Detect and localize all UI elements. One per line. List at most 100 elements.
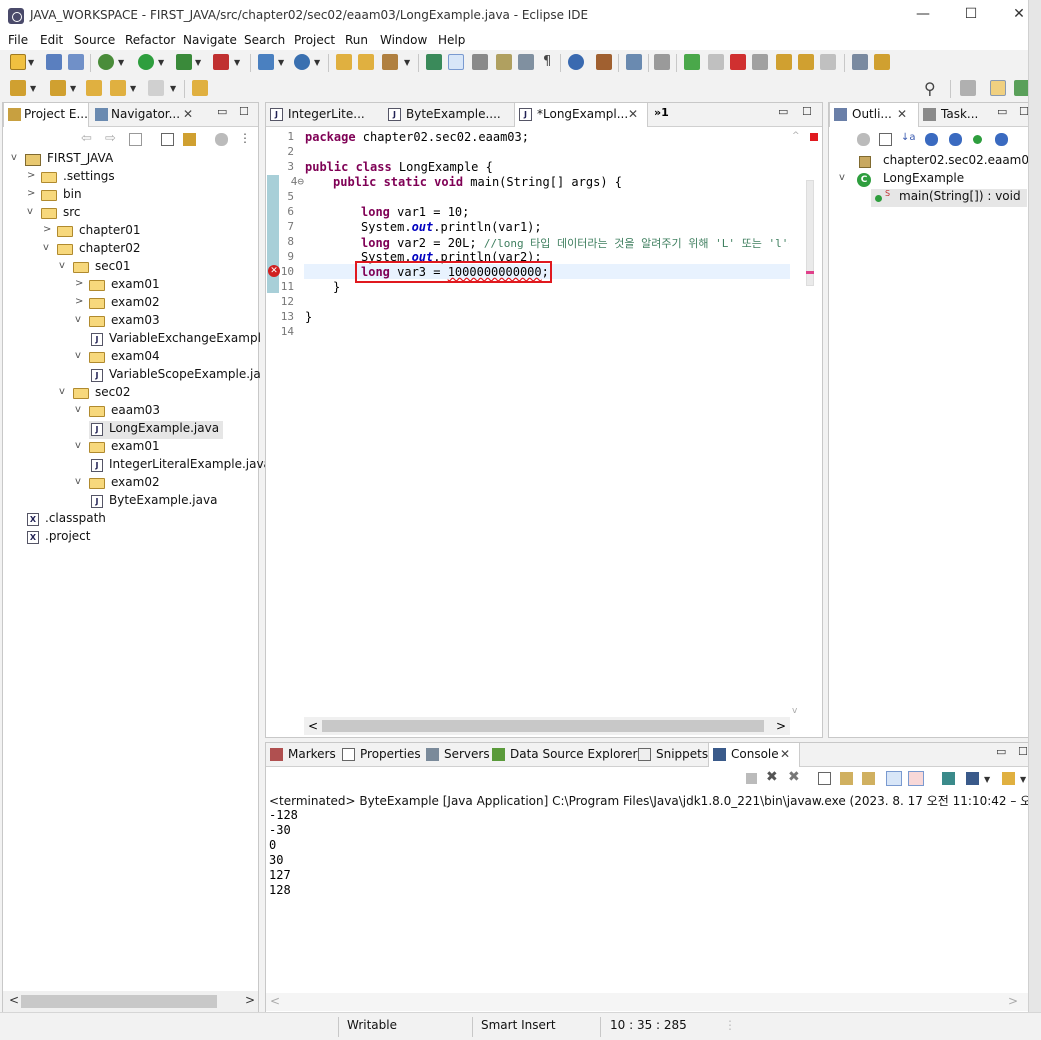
menu-source[interactable]: Source — [74, 33, 115, 47]
menu-file[interactable]: File — [8, 33, 28, 47]
run-icon[interactable] — [138, 54, 154, 70]
back-arrow-icon[interactable]: ⇦ — [81, 131, 92, 146]
open-perspective-button-icon[interactable] — [960, 80, 976, 96]
chevron-down-icon[interactable]: ▼ — [118, 58, 124, 67]
block-selection-icon[interactable] — [472, 54, 488, 70]
new-icon[interactable] — [10, 54, 26, 70]
tree-item[interactable]: J LongExample.java — [89, 421, 224, 439]
tree-item[interactable]: X .project — [25, 529, 90, 547]
scroll-left-icon[interactable]: < — [308, 719, 318, 733]
show-whitespace-icon[interactable] — [518, 54, 534, 70]
scroll-right-icon[interactable]: > — [776, 719, 786, 733]
code-line-4[interactable]: public static void main(String[] args) { — [333, 175, 622, 189]
maximize-button[interactable]: ☐ — [956, 6, 986, 22]
console-icon[interactable] — [626, 54, 642, 70]
horizontal-scrollbar[interactable]: < > — [3, 991, 258, 1013]
chevron-right-icon[interactable]: > — [75, 278, 83, 289]
chevron-down-icon[interactable]: ▼ — [984, 775, 990, 784]
tree-item[interactable]: v exam03 — [73, 313, 160, 331]
chevron-down-icon[interactable]: v — [43, 242, 49, 253]
tab-properties[interactable]: Properties — [338, 743, 425, 767]
tree-item[interactable]: X .classpath — [25, 511, 106, 529]
suspend-icon[interactable] — [708, 54, 724, 70]
open-console-icon[interactable] — [1002, 772, 1015, 785]
save-all-icon[interactable] — [68, 54, 84, 70]
tab-servers[interactable]: Servers — [422, 743, 494, 767]
tree-item[interactable]: v exam01 — [73, 439, 160, 457]
chevron-down-icon[interactable]: v — [75, 440, 81, 451]
focus-icon[interactable] — [857, 133, 870, 146]
menu-refactor[interactable]: Refactor — [125, 33, 175, 47]
hide-non-public-icon[interactable] — [973, 135, 982, 144]
menu-navigate[interactable]: Navigate — [183, 33, 237, 47]
chevron-down-icon[interactable]: ▼ — [158, 58, 164, 67]
chevron-down-icon[interactable]: ▼ — [130, 84, 136, 93]
minimize-view-icon[interactable]: ▭ — [778, 105, 788, 118]
tree-item[interactable]: v sec02 — [57, 385, 131, 403]
tab-task-list[interactable]: Task... — [919, 103, 982, 127]
close-icon[interactable]: ✕ — [628, 107, 638, 121]
tab-markers[interactable]: Markers — [266, 743, 340, 767]
forward-arrow-icon[interactable]: ⇨ — [105, 131, 116, 146]
tree-item[interactable]: v sec01 — [57, 259, 131, 277]
chevron-down-icon[interactable]: v — [75, 314, 81, 325]
chevron-down-icon[interactable]: ▼ — [170, 84, 176, 93]
chevron-down-icon[interactable]: ▼ — [30, 84, 36, 93]
scroll-right-icon[interactable]: > — [1008, 994, 1018, 1008]
chevron-down-icon[interactable]: ▼ — [28, 58, 34, 67]
chevron-down-icon[interactable]: ▼ — [1020, 775, 1026, 784]
use-step-filters-icon[interactable] — [852, 54, 868, 70]
search-tool-icon[interactable] — [382, 54, 398, 70]
outline-package[interactable]: chapter02.sec02.eaam03 — [857, 153, 1037, 171]
chevron-down-icon[interactable]: ▼ — [278, 58, 284, 67]
chevron-right-icon[interactable]: > — [43, 224, 51, 235]
tree-item[interactable]: J VariableScopeExample.ja — [89, 367, 261, 385]
menu-edit[interactable]: Edit — [40, 33, 63, 47]
home-icon[interactable] — [129, 133, 142, 146]
tree-item[interactable]: v exam02 — [73, 475, 160, 493]
step-return-icon[interactable] — [820, 54, 836, 70]
tree-item[interactable]: > exam02 — [73, 295, 160, 313]
open-type-icon[interactable] — [336, 54, 352, 70]
show-on-stdout-icon[interactable] — [886, 771, 902, 786]
collapse-all-icon[interactable] — [879, 133, 892, 146]
chevron-down-icon[interactable]: ▼ — [314, 58, 320, 67]
view-menu-icon[interactable]: ⋮ — [239, 131, 251, 145]
open-perspective-icon[interactable] — [192, 80, 208, 96]
link-with-editor-icon[interactable] — [183, 133, 196, 146]
skip-breakpoints-icon[interactable] — [654, 54, 670, 70]
step-into-icon[interactable] — [776, 54, 792, 70]
chevron-down-icon[interactable]: v — [75, 404, 81, 415]
tree-item[interactable]: v chapter02 — [41, 241, 140, 259]
tree-item[interactable]: J ByteExample.java — [89, 493, 217, 511]
toggle-breadcrumb-icon[interactable] — [426, 54, 442, 70]
console-horizontal-scrollbar[interactable]: < > — [266, 993, 1040, 1011]
chevron-down-icon[interactable]: v — [75, 476, 81, 487]
new-java-class-icon[interactable] — [294, 54, 310, 70]
scroll-right-icon[interactable]: > — [245, 993, 255, 1007]
globe-icon[interactable] — [568, 54, 584, 70]
close-icon[interactable]: ✕ — [780, 747, 790, 761]
maximize-view-icon[interactable]: ☐ — [802, 105, 812, 118]
word-wrap-icon[interactable] — [496, 54, 512, 70]
scroll-thumb[interactable] — [322, 720, 764, 732]
minimize-view-icon[interactable]: ▭ — [996, 745, 1006, 758]
pin-console-icon[interactable] — [942, 772, 955, 785]
terminate-icon[interactable] — [730, 54, 746, 70]
chevron-down-icon[interactable]: ▼ — [70, 84, 76, 93]
code-line-3[interactable]: public class LongExample { — [305, 160, 493, 174]
tree-item[interactable]: J IntegerLiteralExample.java — [89, 457, 271, 475]
sort-icon[interactable]: ↓a — [901, 132, 916, 143]
back-icon[interactable] — [110, 80, 126, 96]
close-icon[interactable]: ✕ — [183, 107, 193, 121]
remove-launch-icon[interactable]: ✖ — [766, 769, 778, 785]
outline-method[interactable]: S main(String[]) : void — [871, 189, 1027, 207]
chevron-right-icon[interactable]: > — [27, 188, 35, 199]
hide-local-types-icon[interactable] — [995, 133, 1008, 146]
display-console-icon[interactable] — [966, 772, 979, 785]
mark-occurrences-icon[interactable] — [448, 54, 464, 70]
debug-icon[interactable] — [98, 54, 114, 70]
tab-data-source-explorer[interactable]: Data Source Explorer — [488, 743, 641, 767]
close-icon[interactable]: ✕ — [897, 107, 907, 121]
chevron-right-icon[interactable]: > — [27, 170, 35, 181]
